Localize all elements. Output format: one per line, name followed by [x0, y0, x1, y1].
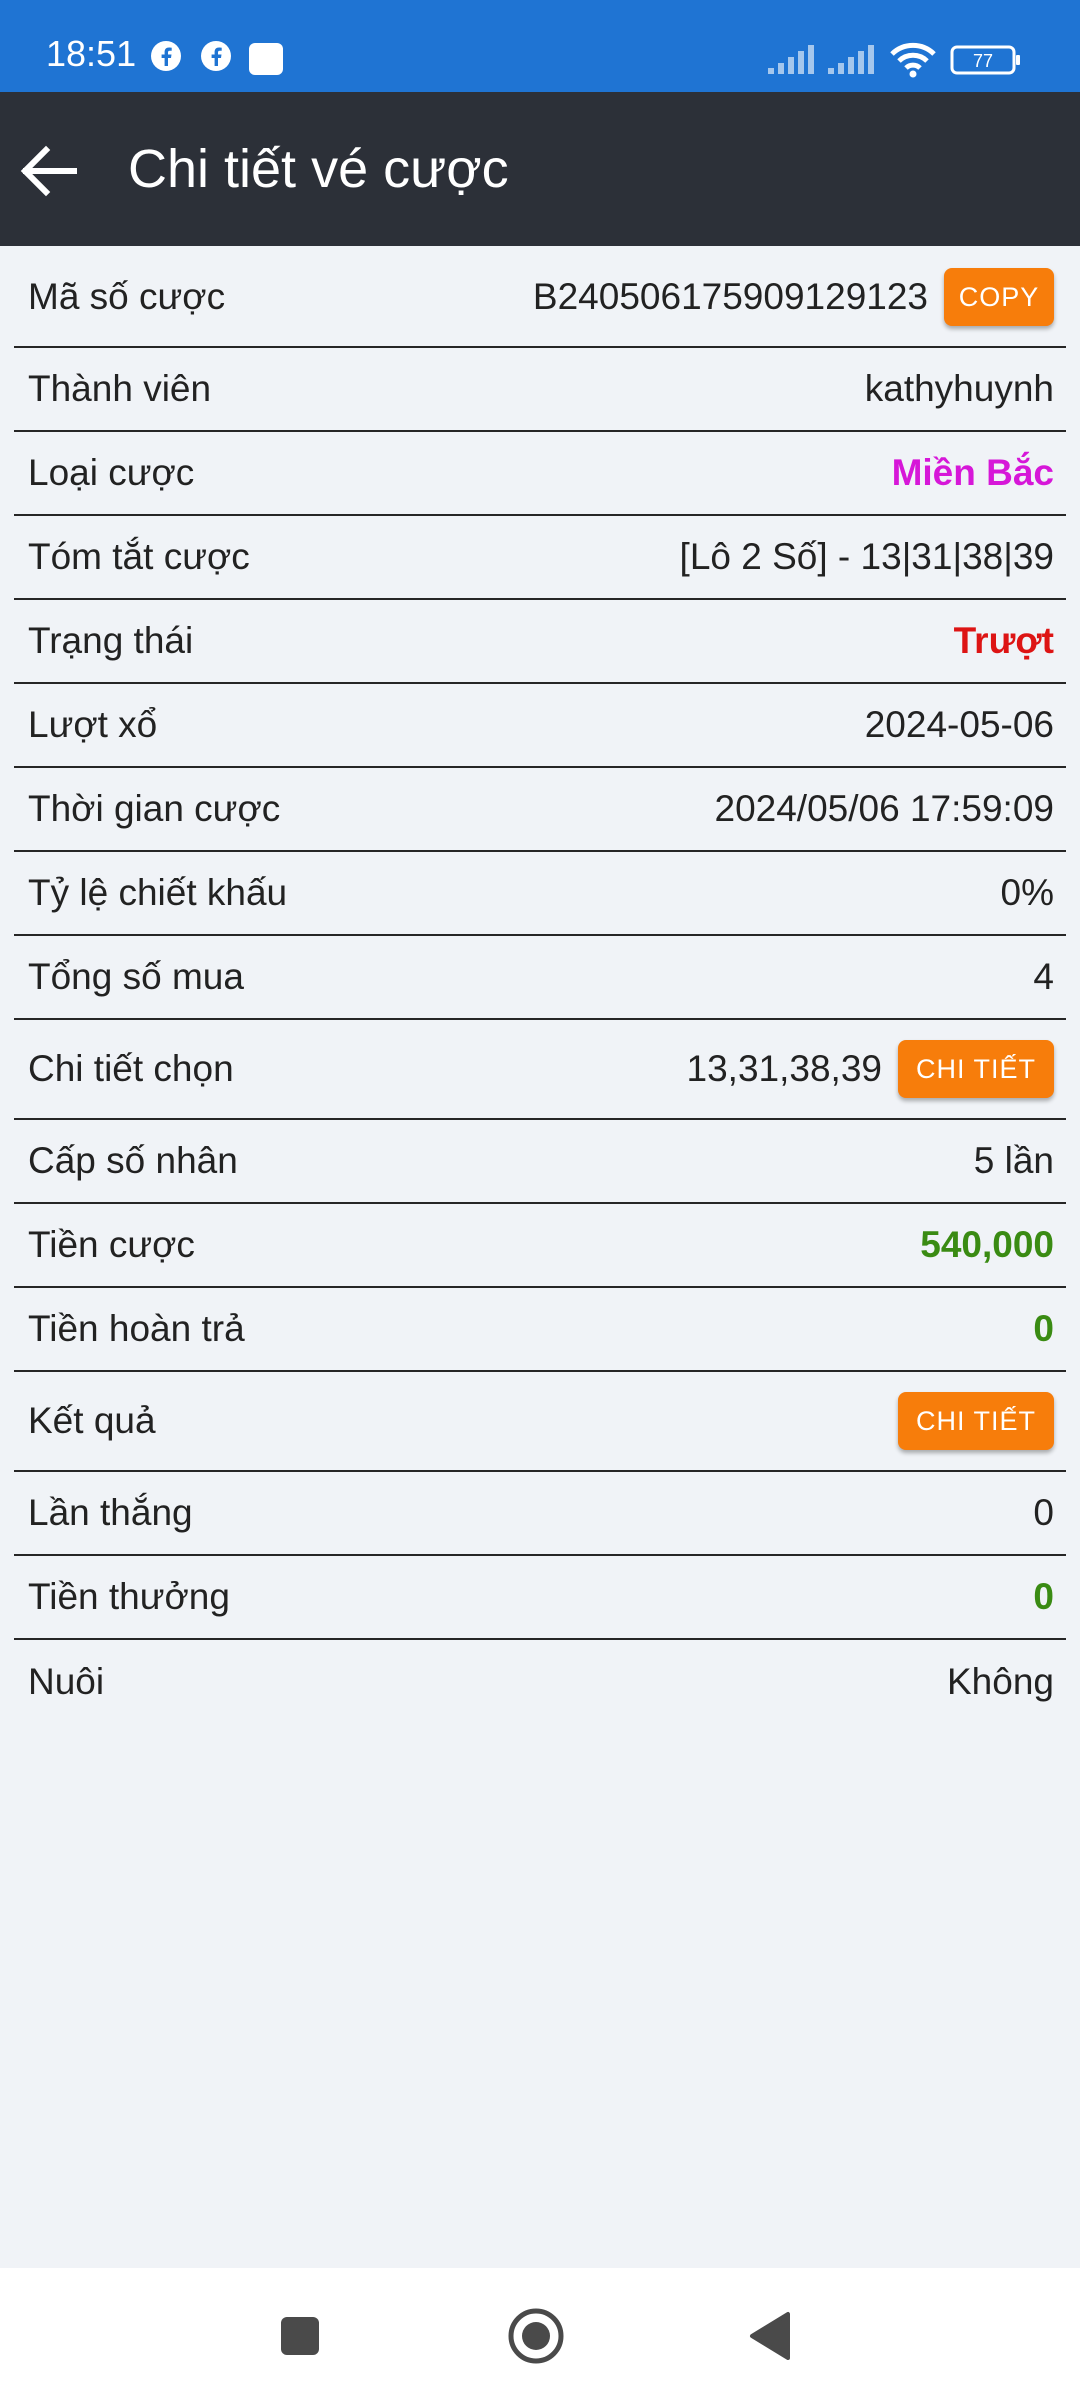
- row-status: Trạng thái Trượt: [14, 600, 1066, 684]
- recents-button[interactable]: [270, 2306, 330, 2366]
- row-label: Tiền thưởng: [28, 1576, 230, 1617]
- bet-type-value: Miền Bắc: [891, 452, 1054, 493]
- row-selection-detail: Chi tiết chọn 13,31,38,39 CHI TIẾT: [14, 1020, 1066, 1120]
- row-bet-type: Loại cược Miền Bắc: [14, 432, 1066, 516]
- nav-back-button[interactable]: [742, 2306, 802, 2366]
- copy-button[interactable]: COPY: [944, 268, 1054, 326]
- row-label: Cấp số nhân: [28, 1140, 238, 1181]
- arrow-left-icon: [14, 145, 84, 210]
- facebook-icon: [150, 40, 182, 77]
- facebook-icon: [200, 40, 232, 77]
- row-label: Lượt xổ: [28, 704, 158, 745]
- row-label: Tổng số mua: [28, 956, 244, 997]
- signal-icon: [826, 44, 878, 81]
- row-label: Mã số cược: [28, 276, 226, 317]
- row-label: Tóm tắt cược: [28, 536, 250, 577]
- row-refund: Tiền hoàn trả 0: [14, 1288, 1066, 1372]
- row-nuoi: Nuôi Không: [14, 1640, 1066, 1724]
- refund-value: 0: [1033, 1308, 1054, 1349]
- bet-code-value: B240506175909129123: [532, 276, 928, 317]
- row-discount-rate: Tỷ lệ chiết khấu 0%: [14, 852, 1066, 936]
- row-result: Kết quả CHI TIẾT: [14, 1372, 1066, 1472]
- row-member: Thành viên kathyhuynh: [14, 348, 1066, 432]
- home-button[interactable]: [506, 2306, 566, 2366]
- row-win-count: Lần thắng 0: [14, 1472, 1066, 1556]
- bet-amount-value: 540,000: [920, 1224, 1054, 1265]
- result-detail-button[interactable]: CHI TIẾT: [898, 1392, 1054, 1450]
- home-circle-icon: [506, 2308, 566, 2370]
- recents-square-icon: [270, 2317, 330, 2370]
- status-value: Trượt: [953, 620, 1054, 661]
- multiplier-value: 5 lần: [973, 1140, 1054, 1181]
- row-label: Loại cược: [28, 452, 195, 493]
- row-total-purchase: Tổng số mua 4: [14, 936, 1066, 1020]
- row-label: Tiền cược: [28, 1224, 195, 1265]
- row-label: Nuôi: [28, 1661, 105, 1702]
- status-bar: 18:51 77: [0, 0, 1080, 92]
- back-triangle-icon: [742, 2312, 802, 2370]
- row-label: Thời gian cược: [28, 788, 281, 829]
- member-value: kathyhuynh: [864, 368, 1054, 409]
- system-nav-bar: [0, 2268, 1080, 2400]
- app-bar: Chi tiết vé cược: [0, 92, 1080, 246]
- win-count-value: 0: [1033, 1492, 1054, 1533]
- discount-rate-value: 0%: [1000, 872, 1054, 913]
- status-time: 18:51: [46, 33, 137, 74]
- bet-time-value: 2024/05/06 17:59:09: [714, 788, 1055, 829]
- selection-detail-button[interactable]: CHI TIẾT: [898, 1040, 1054, 1098]
- nuoi-value: Không: [947, 1661, 1054, 1702]
- row-multiplier: Cấp số nhân 5 lần: [14, 1120, 1066, 1204]
- battery-level: 77: [973, 51, 993, 71]
- bet-summary-value: [Lô 2 Số] - 13|31|38|39: [679, 536, 1054, 577]
- row-label: Tỷ lệ chiết khấu: [28, 872, 288, 913]
- bet-detail-list: Mã số cược B240506175909129123 COPY Thàn…: [14, 248, 1066, 1724]
- page-title: Chi tiết vé cược: [128, 139, 509, 199]
- row-bet-summary: Tóm tắt cược [Lô 2 Số] - 13|31|38|39: [14, 516, 1066, 600]
- row-label: Lần thắng: [28, 1492, 193, 1533]
- notification-square-icon: [248, 42, 284, 81]
- row-bet-time: Thời gian cược 2024/05/06 17:59:09: [14, 768, 1066, 852]
- row-draw: Lượt xổ 2024-05-06: [14, 684, 1066, 768]
- row-bet-amount: Tiền cược 540,000: [14, 1204, 1066, 1288]
- back-button[interactable]: [14, 136, 84, 206]
- row-label: Tiền hoàn trả: [28, 1308, 245, 1349]
- row-label: Thành viên: [28, 368, 212, 409]
- row-label: Chi tiết chọn: [28, 1048, 234, 1089]
- signal-icon: [766, 44, 818, 81]
- row-label: Trạng thái: [28, 620, 194, 661]
- row-prize: Tiền thưởng 0: [14, 1556, 1066, 1640]
- draw-value: 2024-05-06: [864, 704, 1054, 745]
- total-purchase-value: 4: [1033, 956, 1054, 997]
- selection-value: 13,31,38,39: [686, 1048, 882, 1089]
- battery-icon: 77: [950, 44, 1022, 81]
- wifi-icon: [890, 42, 936, 83]
- prize-value: 0: [1033, 1576, 1054, 1617]
- row-bet-code: Mã số cược B240506175909129123 COPY: [14, 248, 1066, 348]
- row-label: Kết quả: [28, 1400, 156, 1441]
